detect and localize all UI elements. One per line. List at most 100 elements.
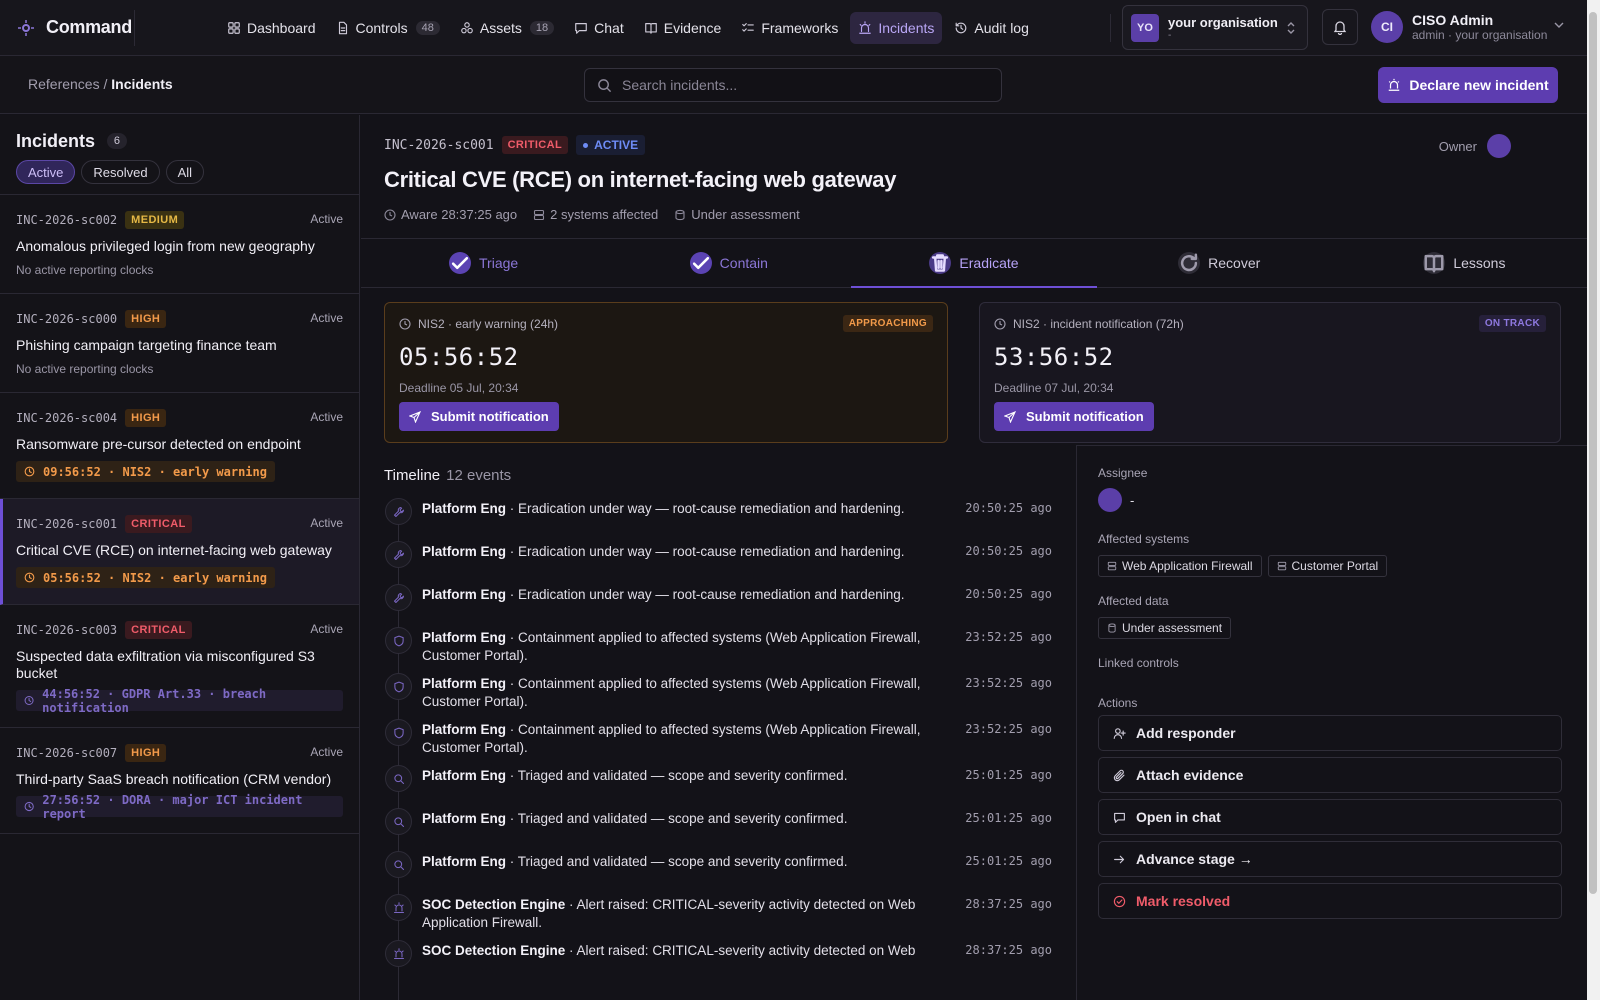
clock-icon (24, 801, 34, 812)
tab-lessons[interactable]: Lessons (1342, 239, 1587, 287)
assignee-value: - (1130, 492, 1135, 508)
nav-item-dashboard[interactable]: Dashboard (219, 12, 324, 44)
incident-id: INC-2026-sc003 (16, 623, 118, 637)
incident-title: Ransomware pre-cursor detected on endpoi… (16, 436, 301, 452)
reporting-clock-card: NIS2 · early warning (24h) APPROACHING 0… (384, 302, 948, 443)
status-badge: ACTIVE (576, 135, 646, 155)
timeline-event-text: Platform Eng · Triaged and validated — s… (422, 810, 942, 843)
timeline-event-text: SOC Detection Engine · Alert raised: CRI… (422, 896, 942, 932)
filter-active[interactable]: Active (16, 160, 76, 184)
reporting-clock-badge: 27:56:52 · DORA · major ICT incident rep… (16, 793, 343, 821)
attach-evidence-button[interactable]: Attach evidence (1098, 757, 1562, 793)
user-plus-icon (1113, 727, 1126, 739)
incident-list-panel: Incidents 6 Active Resolved All INC-2026-s… (0, 115, 360, 1000)
nav-item-audit-log[interactable]: Audit log (946, 12, 1036, 44)
breadcrumb-separator: / (99, 76, 112, 92)
submit-notification-button[interactable]: Submit notification (399, 402, 559, 431)
timeline-header: Timeline 12 events (384, 467, 511, 484)
tab-contain[interactable]: Contain (606, 239, 851, 287)
timeline-event: Platform Eng · Triaged and validated — s… (384, 762, 1052, 805)
status-text: Active (310, 622, 343, 636)
incident-header: INC-2026-sc001 CRITICAL ACTIVE Critical … (384, 135, 896, 222)
stage-indicator (449, 252, 472, 274)
org-selector[interactable]: YO your organisation - (1122, 5, 1308, 50)
incident-list-item[interactable]: INC-2026-sc001 CRITICAL Active Critical CVE… (0, 499, 359, 605)
incident-list: INC-2026-sc002 MEDIUM Active Anomalous priv… (0, 195, 359, 834)
breadcrumb-parent[interactable]: References (28, 76, 100, 92)
incident-list-title: Incidents (16, 131, 96, 151)
timeline-event-text: Platform Eng · Containment applied to af… (422, 675, 942, 711)
send-icon (1004, 410, 1016, 423)
timeline-actor: Platform Eng (422, 630, 507, 645)
incident-list-item[interactable]: INC-2026-sc003 CRITICAL Active Suspected da… (0, 605, 359, 728)
incident-list-item[interactable]: INC-2026-sc002 MEDIUM Active Anomalous priv… (0, 195, 359, 294)
nav-item-chat[interactable]: Chat (566, 12, 632, 44)
stage-indicator (929, 252, 952, 274)
incident-id: INC-2026-sc002 (16, 213, 118, 227)
add-responder-button[interactable]: Add responder (1098, 715, 1562, 751)
chat-icon (1114, 812, 1125, 823)
owner-avatar (1487, 134, 1511, 158)
timeline-actor: SOC Detection Engine (422, 943, 566, 958)
owner[interactable]: Owner (1439, 134, 1511, 158)
chip[interactable]: Customer Portal (1267, 555, 1388, 577)
aware-meta: Aware 28:37:25 ago (384, 207, 517, 222)
nav-item-assets[interactable]: Assets 18 (452, 12, 562, 44)
assignee[interactable]: - (1098, 488, 1587, 512)
timeline-count: 12 events (446, 467, 512, 484)
incident-list-item[interactable]: INC-2026-sc004 HIGH Active Ransomware pre-c… (0, 393, 359, 499)
actions-label: Actions (1098, 696, 1138, 710)
advance-stage-button[interactable]: Advance stage → (1098, 841, 1562, 877)
incident-list-item[interactable]: INC-2026-sc007 HIGH Active Third-party SaaS… (0, 728, 359, 834)
reporting-clock-card: NIS2 · incident notification (72h) ON TR… (979, 302, 1561, 443)
nav-item-frameworks[interactable]: Frameworks (733, 12, 846, 44)
severity-badge: MEDIUM (125, 211, 185, 229)
app-logo[interactable]: Command (0, 9, 135, 46)
assessment-text: Under assessment (691, 207, 800, 222)
filter-resolved[interactable]: Resolved (81, 160, 160, 184)
search-input[interactable] (622, 77, 992, 93)
severity-badge: CRITICAL (125, 515, 192, 533)
open-in-chat-button[interactable]: Open in chat (1098, 799, 1562, 835)
scrollbar-thumb[interactable] (1589, 12, 1597, 894)
avatar: CI (1371, 11, 1403, 43)
chip[interactable]: Under assessment (1098, 617, 1232, 639)
clock-status-badge: ON TRACK (1478, 315, 1546, 332)
stage-label: Recover (1208, 255, 1261, 271)
user-menu[interactable]: CI CISO Admin admin · your organisation (1371, 11, 1564, 43)
send-icon (409, 410, 421, 423)
stage-label: Contain (719, 255, 768, 271)
stage-label: Eradicate (959, 255, 1019, 271)
notifications-button[interactable] (1322, 9, 1358, 45)
status-text: Active (310, 212, 343, 226)
timeline-node (385, 808, 412, 835)
mark-resolved-button[interactable]: Mark resolved (1098, 883, 1562, 919)
reporting-clock-badge: 05:56:52 · NIS2 · early warning (16, 567, 275, 588)
incident-list-item[interactable]: INC-2026-sc000 HIGH Active Phishing campaig… (0, 294, 359, 393)
chip[interactable]: Web Application Firewall (1098, 555, 1262, 577)
search-box[interactable] (584, 68, 1002, 102)
submit-notification-label: Submit notification (431, 409, 549, 424)
nav-item-incidents[interactable]: Incidents (850, 11, 943, 44)
submit-notification-button[interactable]: Submit notification (994, 402, 1154, 431)
submit-notification-label: Submit notification (1026, 409, 1144, 424)
trash-icon (932, 254, 949, 272)
tab-eradicate[interactable]: Eradicate (851, 239, 1097, 288)
tab-recover[interactable]: Recover (1097, 239, 1342, 287)
nav-item-controls[interactable]: Controls 48 (328, 12, 448, 44)
filter-all[interactable]: All (165, 160, 205, 184)
nav-item-label: Evidence (663, 19, 722, 36)
search-icon (598, 78, 612, 92)
page-scrollbar[interactable] (1587, 0, 1600, 1000)
timeline-event: SOC Detection Engine · Alert raised: CRI… (384, 891, 1052, 937)
chip-label: Under assessment (1122, 621, 1223, 635)
check-icon (451, 256, 469, 270)
wrench-icon (393, 549, 404, 560)
declare-incident-button[interactable]: Declare new incident (1378, 67, 1558, 103)
search-icon (393, 816, 404, 827)
affected-systems: Web Application Firewall Customer Portal (1098, 555, 1587, 577)
nav-item-evidence[interactable]: Evidence (636, 12, 730, 44)
database-icon (675, 209, 685, 220)
tab-triage[interactable]: Triage (361, 239, 606, 287)
siren-icon (859, 20, 872, 34)
